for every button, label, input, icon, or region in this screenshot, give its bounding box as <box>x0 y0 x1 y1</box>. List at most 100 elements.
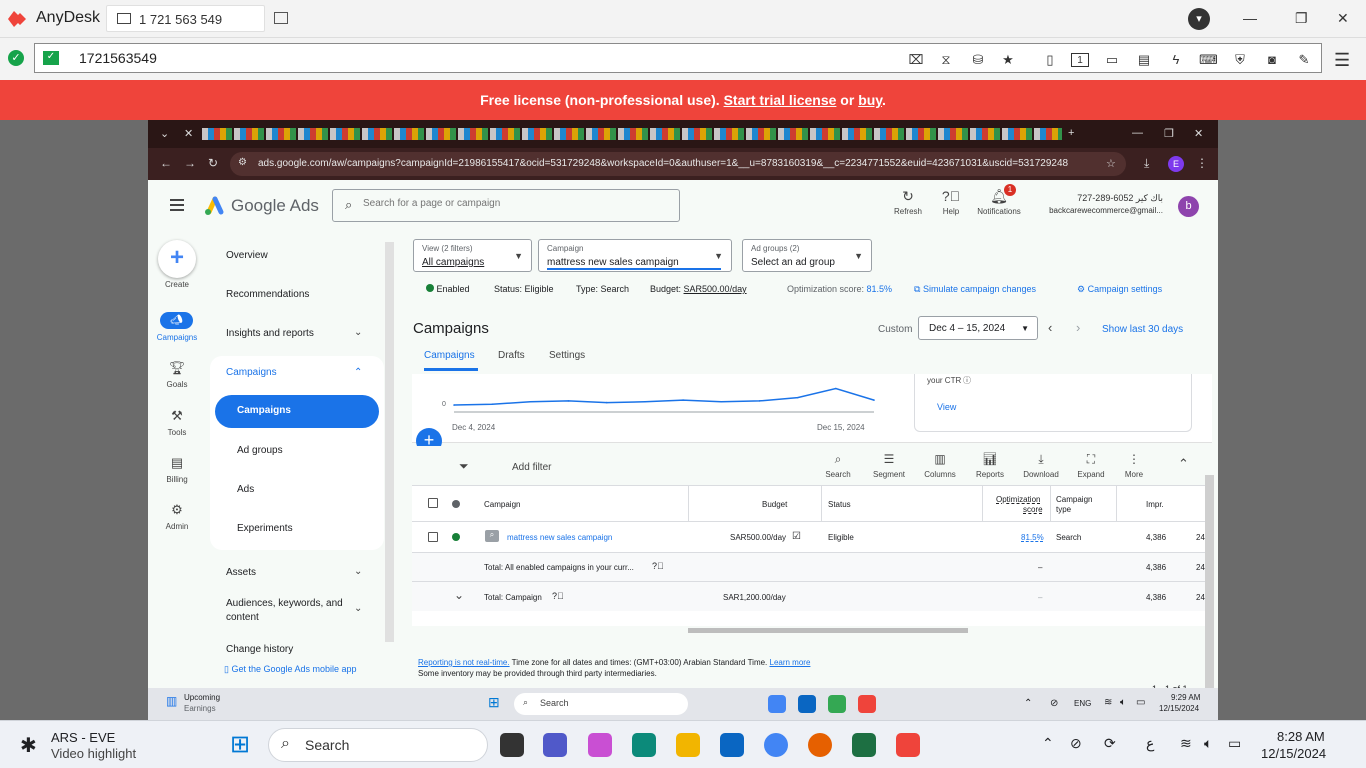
network-icon[interactable]: ⊘ <box>1070 735 1082 752</box>
site-info-icon[interactable]: ⚙ <box>238 157 247 168</box>
file-explorer-icon[interactable] <box>676 733 700 757</box>
browser-url-bar[interactable]: ⚙ ads.google.com/aw/campaigns?campaignId… <box>230 152 1126 176</box>
close-tab-icon[interactable]: ✕ <box>184 127 193 140</box>
nav-audiences[interactable]: Audiences, keywords, and <box>226 598 343 609</box>
nav-recommendations[interactable]: Recommendations <box>226 289 309 300</box>
network-off-icon[interactable]: ⊘ <box>1050 698 1058 709</box>
forward-icon[interactable]: → <box>184 156 196 170</box>
simulate-link[interactable]: ⧉ Simulate campaign changes <box>914 284 1036 295</box>
minimize-icon[interactable]: — <box>1243 10 1257 26</box>
chart-point-7[interactable] <box>720 400 723 403</box>
chart-point-5[interactable] <box>644 400 646 403</box>
remote-clock-date[interactable]: 12/15/2024 <box>1159 704 1199 713</box>
windows-start-icon[interactable]: ⊞ <box>230 730 250 759</box>
chart-point-0[interactable] <box>453 404 455 406</box>
realtime-link[interactable]: Reporting is not real-time. <box>418 658 510 667</box>
edge-app-icon[interactable] <box>632 733 656 757</box>
chrome-app-icon[interactable] <box>764 733 788 757</box>
lightning-icon[interactable]: ϟ <box>1167 53 1185 67</box>
account-info[interactable]: 727-289-6052 باك كير backcarewecommerce@… <box>1043 193 1163 215</box>
tab-campaigns[interactable]: Campaigns <box>424 350 475 361</box>
browser-tabs[interactable] <box>202 128 1062 140</box>
nav-campaigns-group[interactable]: Campaigns <box>226 367 277 378</box>
buy-link[interactable]: buy <box>858 92 882 108</box>
restore-icon[interactable]: ❐ <box>1295 10 1308 27</box>
battery-icon[interactable]: ▭ <box>1136 697 1145 708</box>
close-icon[interactable]: ✕ <box>1337 10 1349 27</box>
prev-date-icon[interactable]: ‹ <box>1048 320 1052 335</box>
chart-point-2[interactable] <box>529 400 532 403</box>
more-button[interactable]: ⋮ More <box>1111 452 1157 479</box>
learn-more-link[interactable]: Learn more <box>770 658 811 667</box>
start-trial-link[interactable]: Start trial license <box>724 92 837 108</box>
chart-point-4[interactable] <box>605 401 608 404</box>
outlook-app-icon[interactable] <box>798 695 816 713</box>
remote-screen[interactable]: ⌄ ✕ + — ❐ ✕ ← → ↻ ⚙ ads.google.com/aw/ca… <box>148 120 1218 720</box>
nav-scrollbar[interactable] <box>385 242 394 642</box>
main-scrollbar[interactable] <box>1205 475 1214 720</box>
host-clock-date[interactable]: 12/15/2024 <box>1261 746 1326 761</box>
col-impr[interactable]: Impr. <box>1146 500 1164 509</box>
rail-billing-label[interactable]: Billing <box>148 475 206 484</box>
add-filter-button[interactable]: Add filter <box>512 462 551 473</box>
enabled-dot-icon[interactable] <box>452 533 460 541</box>
row-opt-score[interactable]: 81.5% <box>1021 533 1044 542</box>
tools-icon[interactable]: ⚒ <box>148 408 206 424</box>
nav-insights[interactable]: Insights and reports <box>226 328 314 339</box>
hourglass-icon[interactable]: ⧖ <box>937 53 955 67</box>
nav-change-history[interactable]: Change history <box>226 644 293 655</box>
nav-campaigns-active[interactable]: Campaigns <box>215 395 379 428</box>
new-tab-icon[interactable]: + <box>1068 127 1074 139</box>
help-circle-icon[interactable]: ?⃝ <box>652 561 664 571</box>
budget-value[interactable]: SAR500.00/day <box>684 284 747 294</box>
browser-restore-icon[interactable]: ❐ <box>1164 127 1174 140</box>
file-icon[interactable]: ▯ <box>1041 53 1059 67</box>
table-horizontal-scrollbar[interactable] <box>688 628 968 633</box>
create-button[interactable]: + <box>158 240 196 278</box>
row-checkbox[interactable] <box>428 532 438 542</box>
mobile-app-link[interactable]: ▯ Get the Google Ads mobile app <box>224 664 357 675</box>
media-title[interactable]: ARS - EVE <box>51 730 115 745</box>
show-last-30-link[interactable]: Show last 30 days <box>1102 324 1183 335</box>
edit-budget-icon[interactable]: ☑ <box>792 531 801 542</box>
pen-icon[interactable]: ✎ <box>1295 53 1313 67</box>
chevron-down-icon[interactable]: ⌄ <box>354 566 362 577</box>
chart-point-8[interactable] <box>758 400 761 402</box>
trophy-icon[interactable]: 🏆︎ <box>148 360 206 376</box>
wifi-icon[interactable]: ≋ <box>1180 735 1192 752</box>
display-icon[interactable]: ▭ <box>1103 53 1121 67</box>
anydesk-app-icon[interactable] <box>858 695 876 713</box>
ad-group-filter-dropdown[interactable]: Ad groups (2) Select an ad group ▼ <box>742 239 872 272</box>
upcoming-label[interactable]: Upcoming <box>184 693 220 702</box>
opt-score-value[interactable]: 81.5% <box>867 284 893 294</box>
col-budget[interactable]: Budget <box>762 500 787 509</box>
chart-point-9[interactable] <box>796 396 799 399</box>
battery-icon[interactable]: ▭ <box>1228 735 1241 752</box>
view-filter-dropdown[interactable]: View (2 filters) All campaigns ▼ <box>413 239 532 272</box>
copilot-app-icon[interactable] <box>588 733 612 757</box>
reports-button[interactable]: 📊︎ Reports <box>967 452 1013 479</box>
firefox-app-icon[interactable] <box>808 733 832 757</box>
chart-point-11[interactable] <box>873 399 875 401</box>
windows-start-icon[interactable]: ⊞ <box>488 694 500 711</box>
volume-icon[interactable]: 🔈︎ <box>1204 735 1212 752</box>
collapse-icon[interactable]: ⌃ <box>1178 456 1189 472</box>
download-circle-icon[interactable]: ▾ <box>1188 8 1210 30</box>
nav-audiences-line2[interactable]: content <box>226 612 259 623</box>
chrome-profile-app-icon[interactable] <box>828 695 846 713</box>
anydesk-address-field[interactable]: ✓ 1721563549 ⌧ ⧖ ⛁ ★ ▯ 1 ▭ ▤ ϟ ⌨ ⛨ ◙ ✎ <box>34 43 1322 73</box>
help-circle-icon[interactable]: ?⃝ <box>552 591 564 601</box>
admin-gear-icon[interactable]: ⚙ <box>148 502 206 518</box>
download-icon[interactable]: ⤓ <box>1144 156 1149 171</box>
date-range-picker[interactable]: Dec 4 – 15, 2024 ▼ <box>918 316 1038 340</box>
outlook-app-icon[interactable] <box>720 733 744 757</box>
new-session-icon[interactable] <box>274 12 288 24</box>
remote-clock-time[interactable]: 9:29 AM <box>1171 693 1200 702</box>
avatar[interactable]: b <box>1178 196 1199 217</box>
chat-icon[interactable]: ▤ <box>1135 53 1153 67</box>
sync-icon[interactable]: ⟳ <box>1104 735 1116 752</box>
rail-admin-label[interactable]: Admin <box>148 522 206 531</box>
tab-search-icon[interactable]: ⌄ <box>160 127 169 140</box>
chart-point-6[interactable] <box>682 399 684 401</box>
nav-experiments[interactable]: Experiments <box>237 523 293 534</box>
